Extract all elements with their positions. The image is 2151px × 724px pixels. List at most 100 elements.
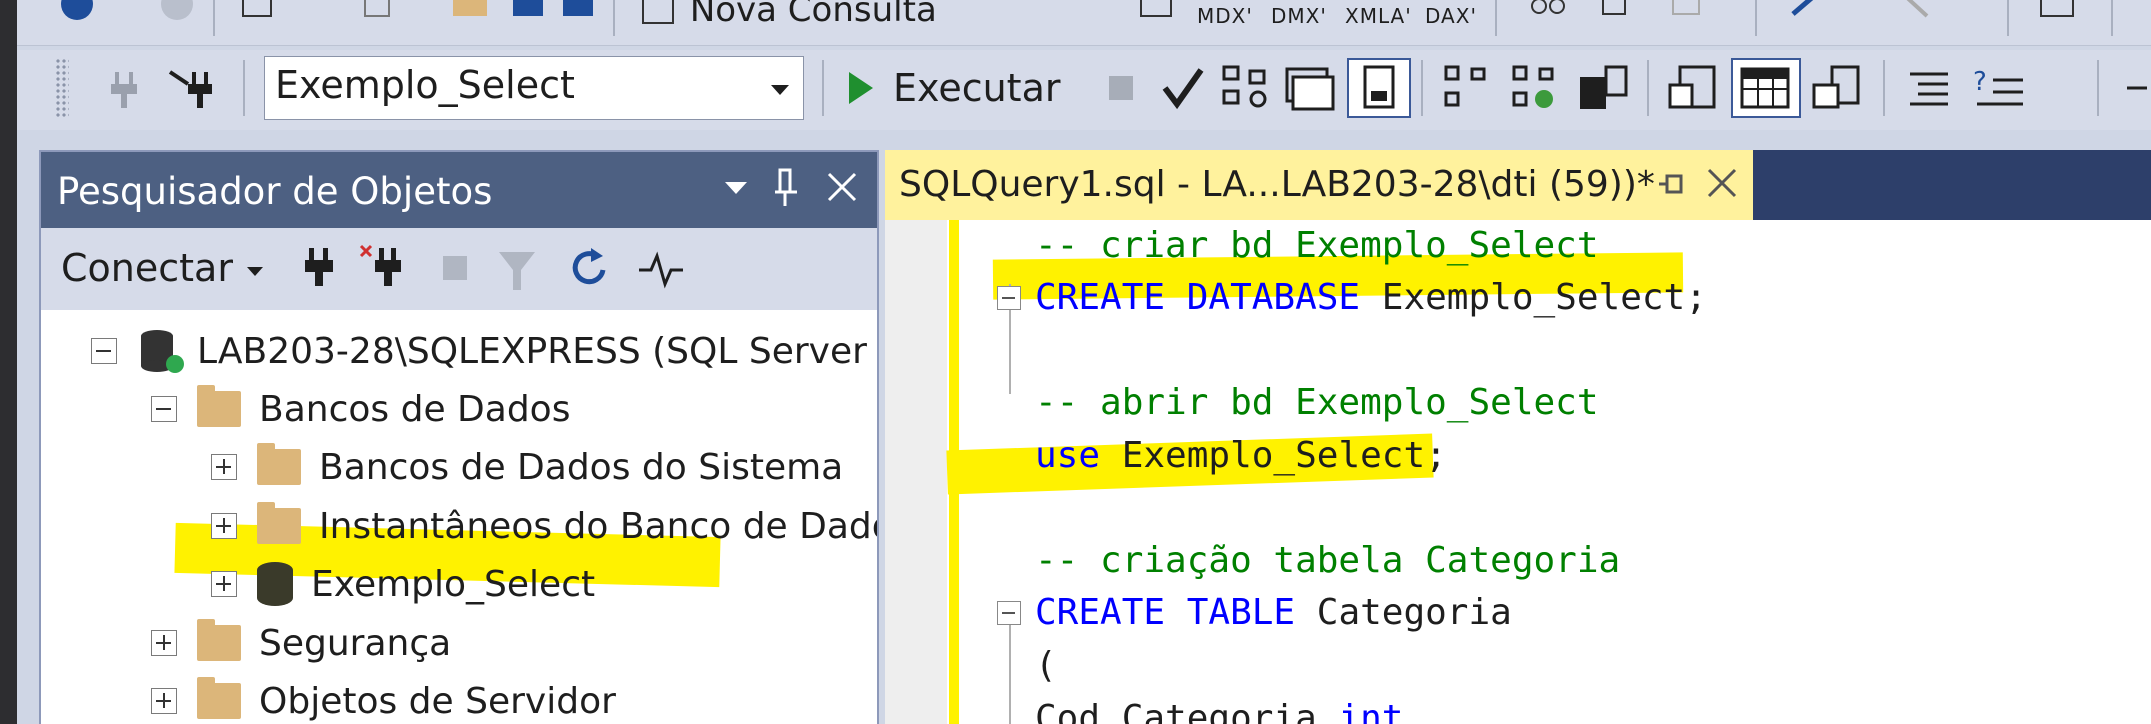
database-icon xyxy=(257,562,293,606)
query-options-icon[interactable] xyxy=(1279,58,1339,118)
tab-title: SQLQuery1.sql - LA...LAB203-28\dti (59))… xyxy=(899,164,1655,205)
folder-icon xyxy=(197,619,241,661)
expand-icon[interactable] xyxy=(151,688,177,714)
results-to-file-icon[interactable] xyxy=(1807,58,1869,118)
collapse-icon[interactable] xyxy=(91,338,117,364)
code-line: -- abrir bd Exemplo_Select xyxy=(1035,382,1599,423)
new-project-icon[interactable] xyxy=(237,0,281,30)
tree-node-label: Objetos de Servidor xyxy=(259,680,616,722)
save-all-icon[interactable] xyxy=(557,0,601,30)
ssms-window: Nova Consulta MDX' DMX' XMLA' DAX' Exemp… xyxy=(17,0,2151,724)
tree-node-system-databases[interactable]: Bancos de Dados do Sistema xyxy=(211,438,843,496)
editor-tab-strip: SQLQuery1.sql - LA...LAB203-28\dti (59))… xyxy=(885,150,2151,220)
code-line: CREATE TABLE Categoria xyxy=(1035,592,1512,633)
sql-editor-toolbar: Exemplo_Select Executar ? xyxy=(17,50,2151,130)
folder-icon xyxy=(257,443,301,485)
tree-node-server-objects[interactable]: Objetos de Servidor xyxy=(151,672,616,724)
folder-icon xyxy=(257,502,301,544)
results-to-file-toggle[interactable] xyxy=(1347,58,1411,118)
close-icon[interactable] xyxy=(825,166,859,219)
xmla-query-button[interactable]: XMLA' xyxy=(1345,4,1412,44)
tree-node-label: Segurança xyxy=(259,622,452,664)
filter-icon[interactable] xyxy=(497,248,537,298)
stop-icon[interactable] xyxy=(439,252,473,290)
available-databases-dropdown[interactable]: Exemplo_Select xyxy=(264,56,804,120)
uncomment-lines-icon[interactable]: ? xyxy=(1969,58,2029,118)
code-line: -- criação tabela Categoria xyxy=(1035,540,1621,581)
collapse-region-icon[interactable] xyxy=(997,286,1021,310)
client-statistics-icon[interactable] xyxy=(1573,58,1633,118)
toolbar-grip[interactable] xyxy=(55,58,69,118)
results-to-grid-toggle[interactable] xyxy=(1731,58,1801,118)
window-frame: Nova Consulta MDX' DMX' XMLA' DAX' Exemp… xyxy=(0,0,2151,724)
connect-dropdown-button[interactable]: Conectar xyxy=(61,246,265,290)
close-icon[interactable] xyxy=(1705,162,1739,211)
standard-toolbar: Nova Consulta MDX' DMX' XMLA' DAX' xyxy=(17,0,2151,46)
tree-node-label: Bancos de Dados do Sistema xyxy=(319,446,844,488)
tree-node-databases[interactable]: Bancos de Dados xyxy=(151,380,570,438)
results-to-text-icon[interactable] xyxy=(1663,58,1723,118)
code-line: Cod_Categoria int xyxy=(1035,698,1404,724)
object-explorer-tree: LAB203-28\SQLEXPRESS (SQL Server 15 Banc… xyxy=(41,310,877,724)
tree-node-server[interactable]: LAB203-28\SQLEXPRESS (SQL Server 15 xyxy=(91,322,877,380)
activity-monitor-icon[interactable] xyxy=(637,248,687,296)
decrease-indent-icon[interactable] xyxy=(2117,58,2147,118)
expand-icon[interactable] xyxy=(211,513,237,539)
properties-icon[interactable] xyxy=(2037,0,2081,30)
panel-title: Pesquisador de Objetos xyxy=(57,170,493,213)
code-line: CREATE DATABASE Exemplo_Select; xyxy=(1035,277,1707,318)
tree-node-exemplo-select[interactable]: Exemplo_Select xyxy=(211,555,595,613)
pin-icon[interactable] xyxy=(771,166,801,219)
live-query-stats-icon[interactable] xyxy=(1507,58,1563,118)
object-explorer-toolbar: Conectar xyxy=(41,228,877,310)
copy-icon[interactable] xyxy=(1597,0,1641,30)
tree-node-label: Instantâneos do Banco de Dado xyxy=(319,505,877,547)
estimated-plan-icon[interactable] xyxy=(1217,58,1273,118)
sql-editor[interactable]: -- criar bd Exemplo_Select CREATE DATABA… xyxy=(885,220,2151,724)
execute-label: Executar xyxy=(893,66,1061,110)
new-query-button[interactable]: Nova Consulta xyxy=(639,0,937,30)
folder-icon xyxy=(197,385,241,427)
svg-text:?: ? xyxy=(1973,67,1987,97)
collapse-icon[interactable] xyxy=(151,396,177,422)
include-actual-plan-icon[interactable] xyxy=(1439,58,1495,118)
collapse-region-icon[interactable] xyxy=(997,601,1021,625)
execute-button[interactable]: Executar xyxy=(843,58,1093,118)
code-line: ( xyxy=(1035,645,1057,686)
tab-sqlquery1[interactable]: SQLQuery1.sql - LA...LAB203-28\dti (59))… xyxy=(885,150,1753,220)
parse-checkmark-icon[interactable] xyxy=(1157,58,1209,118)
change-connection-icon[interactable] xyxy=(165,58,217,118)
dmx-query-button[interactable]: DMX' xyxy=(1271,4,1327,44)
connect-plug-icon[interactable] xyxy=(299,244,339,298)
tree-node-database-snapshots[interactable]: Instantâneos do Banco de Dado xyxy=(211,497,877,555)
forward-icon[interactable] xyxy=(155,0,199,30)
play-icon xyxy=(849,72,873,104)
cancel-query-icon[interactable] xyxy=(1099,58,1143,118)
database-engine-query-icon[interactable] xyxy=(1137,0,1181,30)
back-icon[interactable] xyxy=(55,0,99,30)
save-icon[interactable] xyxy=(507,0,551,30)
pin-icon[interactable] xyxy=(1655,162,1689,211)
mdx-query-button[interactable]: MDX' xyxy=(1197,4,1253,44)
open-file-icon[interactable] xyxy=(449,0,493,30)
refresh-icon[interactable] xyxy=(567,246,611,296)
add-item-icon[interactable] xyxy=(357,0,401,30)
dax-query-button[interactable]: DAX' xyxy=(1425,4,1477,44)
tree-node-label: Exemplo_Select xyxy=(311,563,596,605)
disconnect-icon[interactable] xyxy=(359,244,409,298)
chevron-down-icon[interactable] xyxy=(771,85,789,95)
paste-icon[interactable] xyxy=(1667,0,1711,30)
undo-icon[interactable] xyxy=(1787,0,1831,30)
expand-icon[interactable] xyxy=(211,454,237,480)
server-icon xyxy=(141,330,184,373)
code-area[interactable]: -- criar bd Exemplo_Select CREATE DATABA… xyxy=(885,220,2151,724)
comment-lines-icon[interactable] xyxy=(1901,58,1957,118)
tree-node-security[interactable]: Segurança xyxy=(151,614,451,672)
expand-icon[interactable] xyxy=(211,571,237,597)
redo-icon[interactable] xyxy=(1897,0,1941,30)
panel-dropdown-icon[interactable] xyxy=(721,166,751,215)
cut-icon[interactable] xyxy=(1527,0,1571,30)
expand-icon[interactable] xyxy=(151,630,177,656)
object-explorer-title-bar: Pesquisador de Objetos xyxy=(41,152,877,228)
connect-icon[interactable] xyxy=(103,58,147,118)
